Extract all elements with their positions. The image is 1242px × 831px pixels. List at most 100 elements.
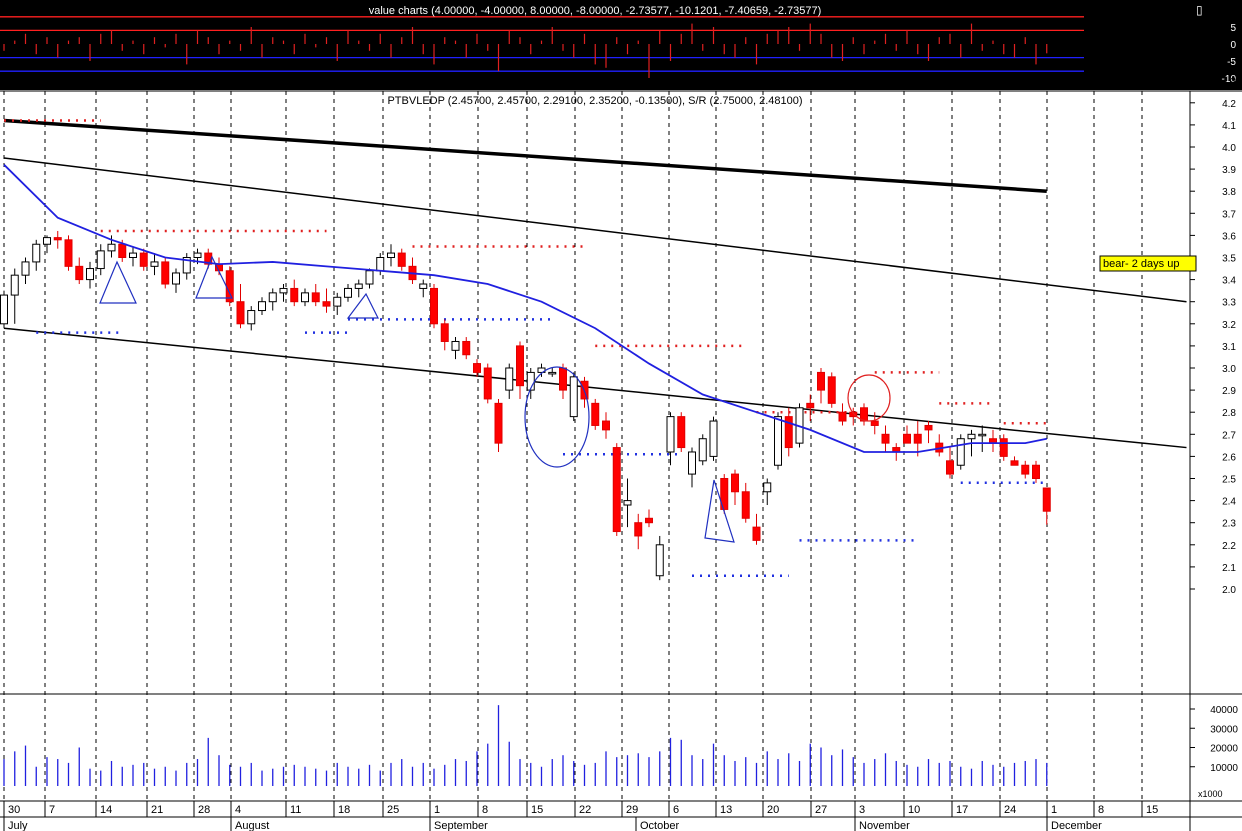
price-tick-label: 2.2 [1222, 541, 1236, 552]
month-label: September [434, 820, 488, 831]
candle-body [107, 243, 116, 252]
candle-body [978, 433, 987, 437]
annotation-text: bear- 2 days up [1103, 258, 1179, 270]
candle-body [64, 239, 73, 267]
volume-tick-label: 20000 [1210, 744, 1238, 755]
candle-body [967, 433, 976, 440]
candle-body [1042, 487, 1051, 512]
candle-body [645, 517, 653, 524]
candle-body [0, 294, 8, 325]
candle-body [150, 261, 159, 267]
price-tick-label: 3.7 [1222, 209, 1236, 220]
candle-body [924, 424, 933, 431]
price-tick-label: 4.0 [1222, 143, 1236, 154]
volume-tick-label: 30000 [1210, 724, 1238, 735]
price-tick-label: 2.1 [1222, 563, 1236, 574]
day-label: 17 [956, 804, 968, 816]
candle-body [462, 340, 471, 356]
candle-body [354, 283, 363, 289]
candle-body [688, 451, 696, 475]
day-label: 22 [579, 804, 591, 816]
candle-body [419, 283, 428, 289]
candle-body [129, 252, 137, 259]
candle-body [365, 270, 374, 285]
candle-body [193, 252, 202, 259]
candle-body [602, 420, 610, 431]
candle-body [86, 268, 94, 281]
candle-body [21, 261, 30, 276]
candle-body [698, 438, 707, 462]
pattern-ellipse [524, 366, 590, 468]
price-tick-label: 3.3 [1222, 298, 1236, 309]
candle-body [569, 376, 578, 418]
candle-body [1010, 460, 1019, 466]
price-tick-label: 4.3 [1222, 77, 1236, 88]
month-label: August [235, 820, 269, 831]
candle-body [279, 287, 288, 294]
price-tick-label: 3.9 [1222, 165, 1236, 176]
candle-body [827, 376, 836, 404]
candle-body [1032, 464, 1040, 479]
candle-body [430, 287, 438, 325]
candle-body [172, 272, 180, 285]
pattern-triangle-3 [346, 292, 379, 319]
day-label: 1 [1051, 804, 1057, 816]
price-tick-label: 2.0 [1222, 585, 1236, 596]
day-label: 27 [815, 804, 827, 816]
candle-body [118, 243, 127, 259]
candle-body [268, 292, 277, 303]
candle-body [655, 544, 664, 577]
candle-body [505, 367, 514, 391]
day-label: 6 [673, 804, 679, 816]
day-label: 10 [908, 804, 920, 816]
value-chart-title: value charts (4.00000, -4.00000, 8.00000… [369, 5, 822, 17]
candle-body [258, 301, 266, 312]
month-label: July [8, 820, 28, 831]
candle-body [516, 345, 524, 387]
candle-body [1021, 464, 1030, 475]
candle-body [881, 433, 890, 444]
candle-body [731, 473, 739, 493]
day-label: 7 [49, 804, 55, 816]
price-tick-label: 3.2 [1222, 320, 1236, 331]
price-tick-label: 2.3 [1222, 519, 1236, 530]
candle-body [870, 420, 879, 426]
day-label: 1 [434, 804, 440, 816]
candle-body [623, 500, 632, 506]
day-label: 24 [1004, 804, 1016, 816]
day-label: 11 [290, 804, 301, 816]
candle-body [634, 522, 643, 537]
price-tick-label: 3.4 [1222, 276, 1236, 287]
candle-body [451, 340, 460, 351]
candle-body [903, 433, 911, 444]
month-label: November [859, 820, 910, 831]
candle-body [494, 402, 503, 444]
candle-body [817, 371, 825, 391]
day-label: 30 [8, 804, 20, 816]
candle-body [43, 237, 51, 245]
price-tick-label: 3.0 [1222, 364, 1236, 375]
day-label: 8 [1098, 804, 1104, 816]
price-tick-label: 4.2 [1222, 99, 1236, 110]
candle-body [32, 243, 41, 263]
price-tick-label: 3.1 [1222, 342, 1236, 353]
candle-body [752, 526, 761, 541]
candle-body [161, 261, 170, 285]
candle-body [956, 438, 965, 466]
candle-body [774, 416, 782, 466]
candle-body [666, 416, 675, 453]
day-label: 13 [720, 804, 732, 816]
candle-body [247, 310, 256, 325]
candle-body [236, 301, 245, 325]
month-label: December [1051, 820, 1102, 831]
volume-tick-label: 10000 [1210, 763, 1238, 774]
candle-body [322, 301, 331, 307]
candle-body [387, 252, 395, 259]
price-tick-label: 2.6 [1222, 452, 1236, 463]
candle-body [290, 287, 299, 303]
candle-body [96, 250, 105, 270]
day-label: 8 [482, 804, 488, 816]
pattern-triangle-4 [704, 479, 735, 543]
candle-body [999, 438, 1008, 457]
price-tick-label: 3.6 [1222, 231, 1236, 242]
